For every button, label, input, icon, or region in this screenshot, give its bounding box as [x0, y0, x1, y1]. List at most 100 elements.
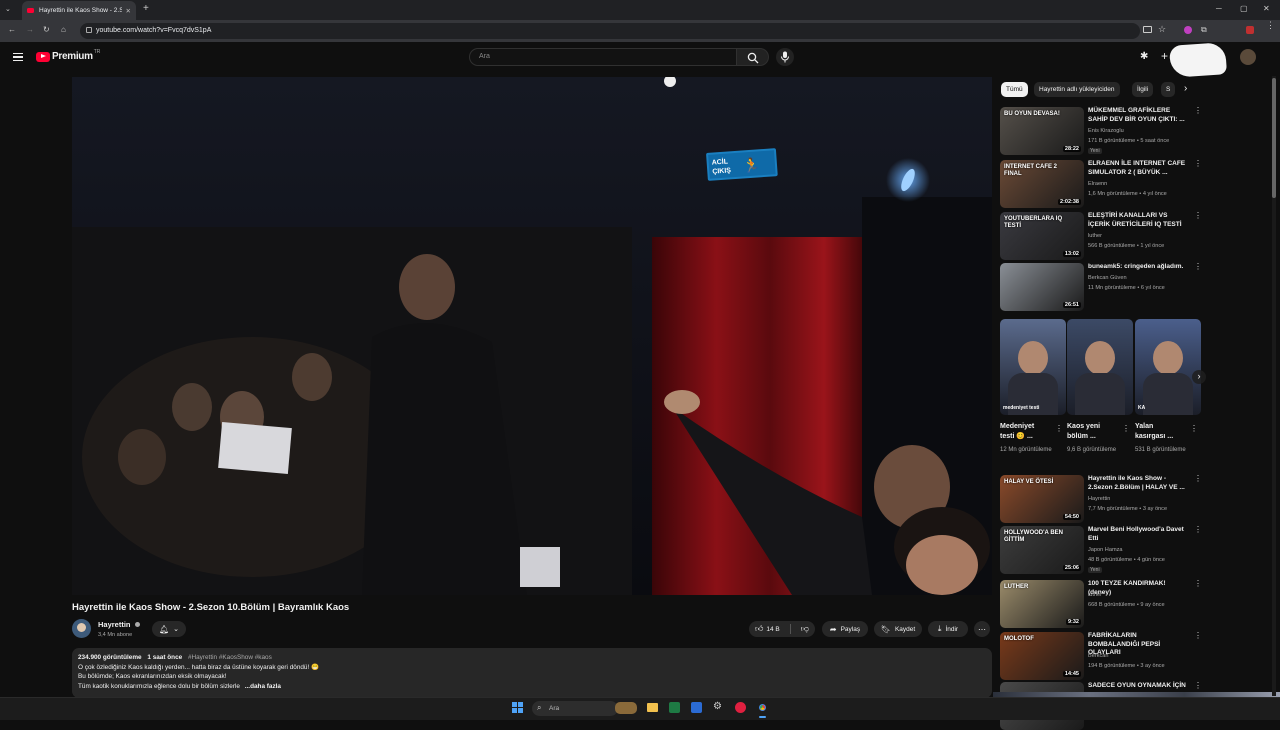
widget-icon[interactable]: [615, 702, 637, 714]
short-title[interactable]: Medeniyet testi 😊 ...: [1000, 422, 1050, 441]
excel-icon[interactable]: [669, 702, 680, 713]
create-button[interactable]: +: [1161, 49, 1168, 63]
cast-icon[interactable]: [1143, 26, 1152, 33]
more-vertical-icon[interactable]: ⋮: [1194, 107, 1202, 115]
chip-partial[interactable]: S: [1161, 82, 1175, 97]
chip-related[interactable]: İlgili: [1132, 82, 1154, 97]
video-thumbnail[interactable]: BU OYUN DEVASA! 28:22: [1000, 107, 1084, 155]
recommended-channel[interactable]: Elraenn: [1088, 181, 1107, 187]
recommended-title[interactable]: MÜKEMMEL GRAFİKLERE SAHİP DEV BİR OYUN Ç…: [1088, 107, 1188, 124]
browser-tab[interactable]: Hayrettin ile Kaos Show - 2.Sezon ✕: [22, 1, 136, 20]
scrollbar-thumb[interactable]: [1272, 78, 1276, 198]
recommended-title[interactable]: buneamk5: cringeden ağladım.: [1088, 263, 1188, 272]
recommended-channel[interactable]: luther: [1088, 592, 1102, 598]
recommended-channel[interactable]: Enis Kirazoglu: [1088, 128, 1124, 134]
more-vertical-icon[interactable]: ⋮: [1194, 212, 1202, 220]
chip-all[interactable]: Tümü: [1001, 82, 1028, 97]
recommended-video[interactable]: HOLLYWOOD'A BEN GİTTİM 25:06 Marvel Beni H…: [1000, 526, 1202, 574]
video-thumbnail[interactable]: 26:51: [1000, 263, 1084, 311]
video-thumbnail[interactable]: MOLOTOF 14:45: [1000, 632, 1084, 680]
tab-close-icon[interactable]: ✕: [126, 7, 131, 15]
bookmark-star-icon[interactable]: ☆: [1158, 24, 1166, 35]
short-thumbnail[interactable]: KA: [1135, 319, 1201, 415]
media-app-icon[interactable]: [735, 702, 746, 713]
dislike-button[interactable]: 👎︎: [795, 624, 809, 634]
more-vertical-icon[interactable]: ⋮: [1194, 580, 1202, 588]
more-vertical-icon[interactable]: ⋮: [1194, 632, 1202, 640]
home-icon[interactable]: ⌂: [61, 25, 66, 34]
more-vertical-icon[interactable]: ⋮: [1194, 526, 1202, 534]
recommended-title[interactable]: 100 TEYZE KANDIRMAK! (deney): [1088, 580, 1188, 597]
url-field[interactable]: youtube.com/watch?v=Fvcq7dvS1pA: [80, 23, 1140, 39]
reload-icon[interactable]: ↻: [43, 25, 50, 34]
file-explorer-icon[interactable]: [647, 703, 658, 712]
recommended-channel[interactable]: Berkcan: [1088, 653, 1109, 659]
more-vertical-icon[interactable]: ⋮: [1122, 424, 1130, 433]
video-player[interactable]: ACİL ÇIKIŞ 🏃: [72, 77, 992, 595]
more-vertical-icon[interactable]: ⋮: [1194, 263, 1202, 271]
show-more-link[interactable]: ...daha fazla: [245, 683, 281, 690]
video-thumbnail[interactable]: YOUTUBERLARA IQ TESTİ 13:02: [1000, 212, 1084, 260]
start-menu-icon[interactable]: [512, 702, 523, 713]
chrome-icon[interactable]: [757, 702, 768, 713]
window-minimize-icon[interactable]: ─: [1216, 4, 1222, 13]
more-vertical-icon[interactable]: ⋮: [1190, 424, 1198, 433]
recommended-title[interactable]: Marvel Beni Hollywood'a Davet Etti: [1088, 526, 1188, 543]
recommended-video[interactable]: INTERNET CAFE 2 FINAL 2:02:38 ELRAENN İLE …: [1000, 160, 1202, 208]
short-title[interactable]: Kaos yeni bölüm ...: [1067, 422, 1117, 441]
hamburger-menu-icon[interactable]: [13, 53, 23, 61]
recommended-video[interactable]: BU OYUN DEVASA! 28:22 MÜKEMMEL GRAFİKLERE …: [1000, 107, 1202, 155]
recommended-title[interactable]: Hayrettin ile Kaos Show - 2.Sezon 2.Bölü…: [1088, 475, 1188, 492]
taskbar-search[interactable]: Ara: [532, 701, 618, 716]
forward-button-icon[interactable]: →: [26, 25, 34, 34]
recommended-video[interactable]: 26:51 buneamk5: cringeden ağladım. Berkcan…: [1000, 263, 1202, 311]
description-box[interactable]: 234.900 görüntüleme 1 saat önce #Hayrett…: [72, 648, 992, 698]
more-vertical-icon[interactable]: ⋮: [1194, 682, 1202, 690]
short-title[interactable]: Yalan kasırgası ...: [1135, 422, 1185, 441]
recommended-channel[interactable]: Hayrettin: [1088, 496, 1110, 502]
video-thumbnail[interactable]: INTERNET CAFE 2 FINAL 2:02:38: [1000, 160, 1084, 208]
window-close-icon[interactable]: ✕: [1263, 4, 1270, 13]
video-thumbnail[interactable]: HALAY VE ÖTESİ 54:50: [1000, 475, 1084, 523]
recommended-title[interactable]: ELRAENN İLE INTERNET CAFE SIMULATOR 2 ( …: [1088, 160, 1188, 177]
avatar[interactable]: [1240, 49, 1256, 65]
recommended-video[interactable]: YOUTUBERLARA IQ TESTİ 13:02 ELEŞTİRİ KANAL…: [1000, 212, 1202, 260]
back-button-icon[interactable]: ←: [8, 25, 16, 34]
more-actions-button[interactable]: ⋯: [974, 621, 990, 637]
search-input[interactable]: Ara: [469, 48, 737, 66]
youtube-logo[interactable]: Premium TR: [36, 49, 100, 62]
recommended-channel[interactable]: luther: [1088, 233, 1102, 239]
chip-from-uploader[interactable]: Hayrettin adlı yükleyiciden: [1034, 82, 1120, 97]
more-vertical-icon[interactable]: ⋮: [1194, 475, 1202, 483]
more-vertical-icon[interactable]: ⋮: [1194, 160, 1202, 168]
like-button[interactable]: 👍︎ 14 B: [755, 624, 780, 634]
chevron-right-icon[interactable]: ›: [1184, 83, 1187, 94]
profile-extension-icon[interactable]: [1184, 26, 1192, 34]
download-button[interactable]: ⤓ İndir: [928, 621, 968, 637]
extensions-icon[interactable]: ⧉: [1201, 25, 1207, 35]
new-tab-button[interactable]: +: [143, 3, 149, 14]
share-button[interactable]: ➦ Paylaş: [822, 621, 868, 637]
more-vertical-icon[interactable]: ⋮: [1055, 424, 1063, 433]
chrome-menu-icon[interactable]: ⋮: [1266, 21, 1275, 30]
recommended-channel[interactable]: Japon Hamza: [1088, 547, 1123, 553]
search-button[interactable]: [737, 48, 769, 66]
recommended-video[interactable]: MOLOTOF 14:45 FABRİKALARIN BOMBALANDIĞI PE…: [1000, 632, 1202, 680]
extension-icon[interactable]: [1246, 26, 1254, 34]
window-maximize-icon[interactable]: ▢: [1240, 4, 1248, 13]
recommended-video[interactable]: HALAY VE ÖTESİ 54:50 Hayrettin ile Kaos Sh…: [1000, 475, 1202, 523]
video-thumbnail[interactable]: LUTHER 9:32: [1000, 580, 1084, 628]
channel-avatar[interactable]: [72, 619, 91, 638]
notification-bell-button[interactable]: 🔔︎ ⌄: [152, 621, 186, 637]
voice-search-button[interactable]: [776, 48, 794, 66]
channel-name[interactable]: Hayrettin: [98, 620, 140, 629]
tab-list-button[interactable]: ⌄: [5, 5, 11, 13]
gear-icon[interactable]: ✱: [1140, 51, 1148, 62]
recommended-channel[interactable]: Berkcan Güven: [1088, 275, 1127, 281]
save-button[interactable]: 🔖︎ Kaydet: [874, 621, 922, 637]
site-info-icon[interactable]: [86, 27, 92, 33]
word-icon[interactable]: [691, 702, 702, 713]
recommended-video[interactable]: LUTHER 9:32 100 TEYZE KANDIRMAK! (deney) lu…: [1000, 580, 1202, 628]
settings-gear-icon[interactable]: ⚙: [713, 701, 722, 712]
recommended-title[interactable]: ELEŞTİRİ KANALLARI VS İÇERİK ÜRETİCİLERİ…: [1088, 212, 1188, 229]
